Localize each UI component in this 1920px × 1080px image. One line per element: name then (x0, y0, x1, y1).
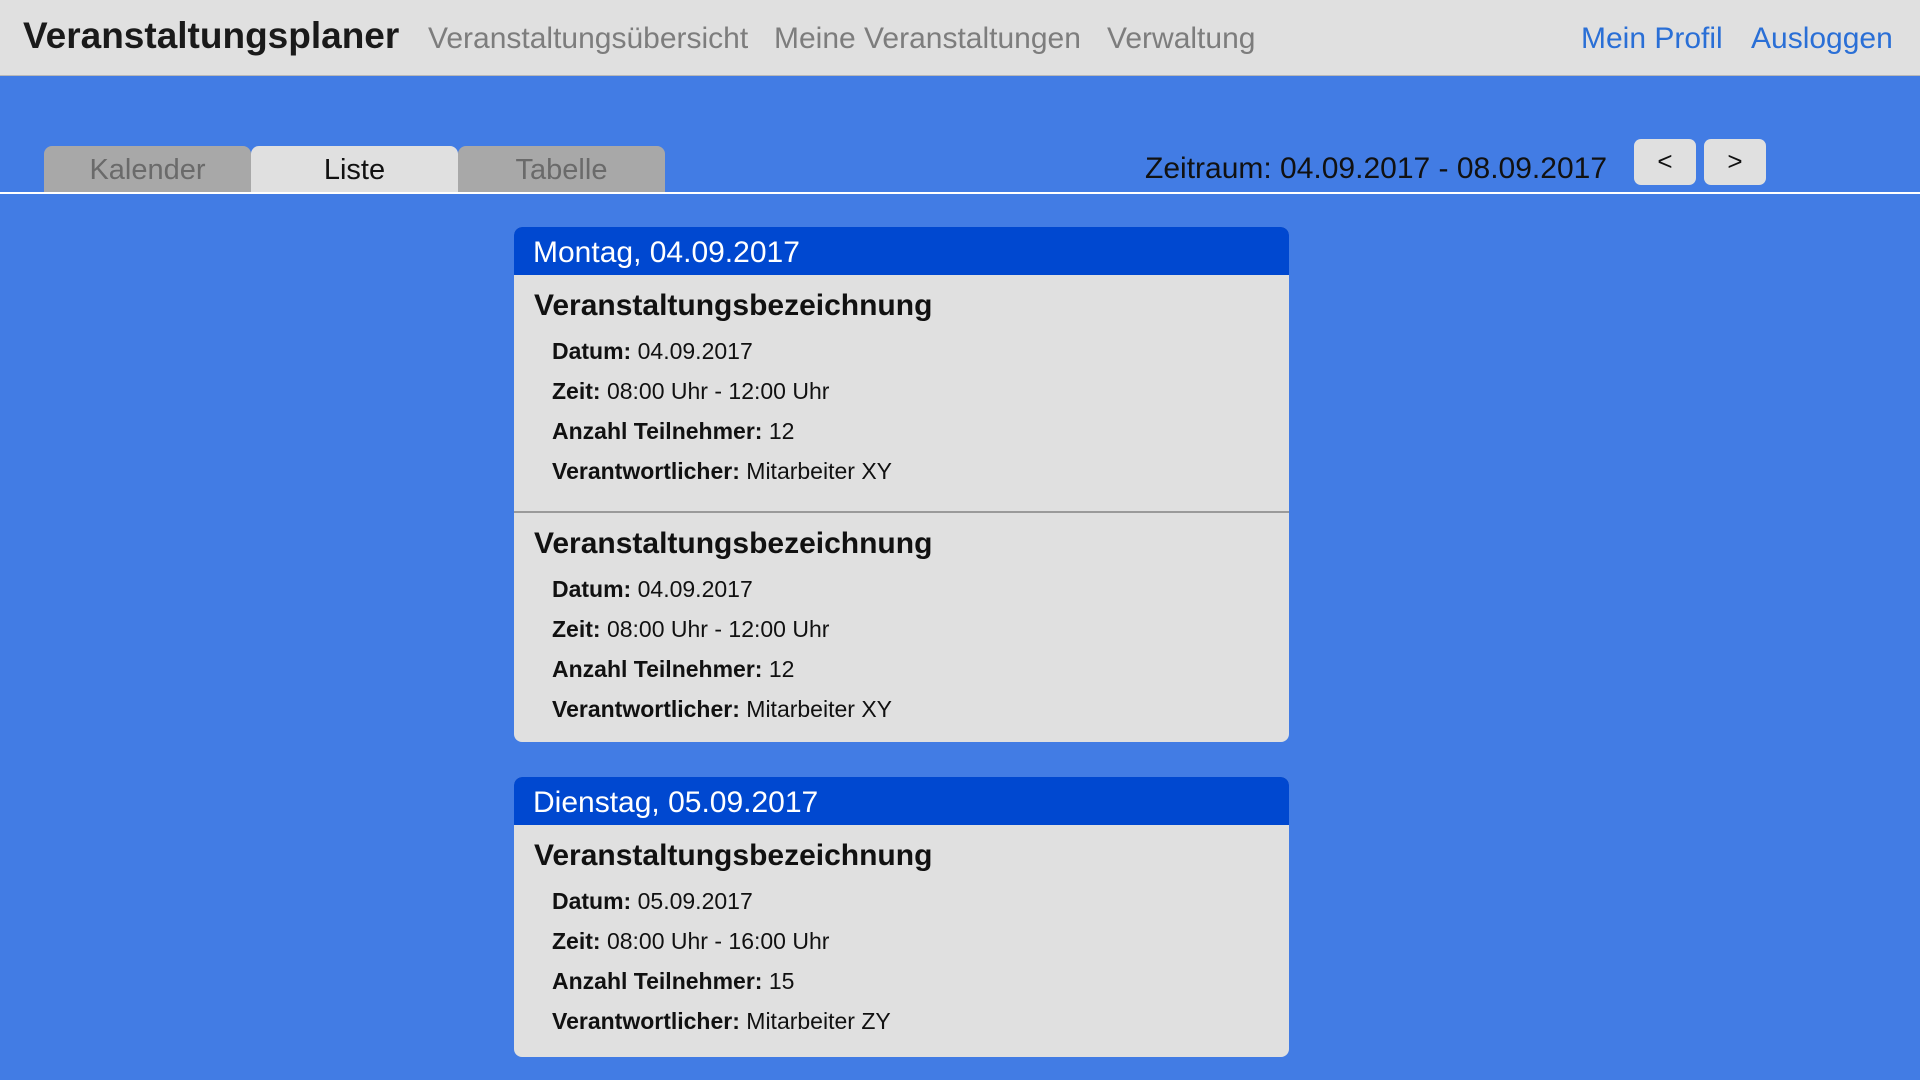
day-card: Montag, 04.09.2017 Veranstaltungsbezeich… (514, 227, 1289, 742)
event-participants: Anzahl Teilnehmer: 12 (552, 418, 795, 444)
nav-meine-veranstaltungen[interactable]: Meine Veranstaltungen (774, 22, 1081, 56)
event-time: Zeit: 08:00 Uhr - 16:00 Uhr (552, 928, 830, 954)
event-responsible: Verantwortlicher: Mitarbeiter XY (552, 696, 892, 722)
day-header: Montag, 04.09.2017 (514, 227, 1289, 275)
tabs-divider (0, 192, 1920, 194)
next-period-button[interactable]: > (1704, 139, 1766, 185)
event-responsible: Verantwortlicher: Mitarbeiter XY (552, 458, 892, 484)
event-participants: Anzahl Teilnehmer: 15 (552, 968, 795, 994)
event-title[interactable]: Veranstaltungsbezeichnung (534, 527, 1289, 561)
profile-link[interactable]: Mein Profil (1581, 22, 1723, 56)
event-date: Datum: 05.09.2017 (552, 888, 753, 914)
app-title[interactable]: Veranstaltungsplaner (23, 15, 399, 57)
event-date: Datum: 04.09.2017 (552, 576, 753, 602)
event-item[interactable]: Veranstaltungsbezeichnung Datum: 05.09.2… (514, 825, 1289, 1057)
event-time: Zeit: 08:00 Uhr - 12:00 Uhr (552, 378, 830, 404)
previous-period-button[interactable]: < (1634, 139, 1696, 185)
event-item[interactable]: Veranstaltungsbezeichnung Datum: 04.09.2… (514, 275, 1289, 511)
day-card: Dienstag, 05.09.2017 Veranstaltungsbezei… (514, 777, 1289, 1057)
day-header: Dienstag, 05.09.2017 (514, 777, 1289, 825)
logout-link[interactable]: Ausloggen (1751, 22, 1893, 56)
tab-kalender[interactable]: Kalender (44, 146, 251, 192)
event-responsible: Verantwortlicher: Mitarbeiter ZY (552, 1008, 891, 1034)
event-title[interactable]: Veranstaltungsbezeichnung (534, 289, 1289, 323)
tab-tabelle[interactable]: Tabelle (458, 146, 665, 192)
event-time: Zeit: 08:00 Uhr - 12:00 Uhr (552, 616, 830, 642)
nav-veranstaltungsuebersicht[interactable]: Veranstaltungsübersicht (428, 22, 748, 56)
event-title[interactable]: Veranstaltungsbezeichnung (534, 839, 1289, 873)
event-item[interactable]: Veranstaltungsbezeichnung Datum: 04.09.2… (514, 511, 1289, 742)
period-label: Zeitraum: 04.09.2017 - 08.09.2017 (1145, 152, 1607, 185)
top-navbar: Veranstaltungsplaner Veranstaltungsübers… (0, 0, 1920, 76)
event-date: Datum: 04.09.2017 (552, 338, 753, 364)
event-participants: Anzahl Teilnehmer: 12 (552, 656, 795, 682)
tab-liste[interactable]: Liste (251, 146, 458, 192)
nav-verwaltung[interactable]: Verwaltung (1107, 22, 1255, 56)
